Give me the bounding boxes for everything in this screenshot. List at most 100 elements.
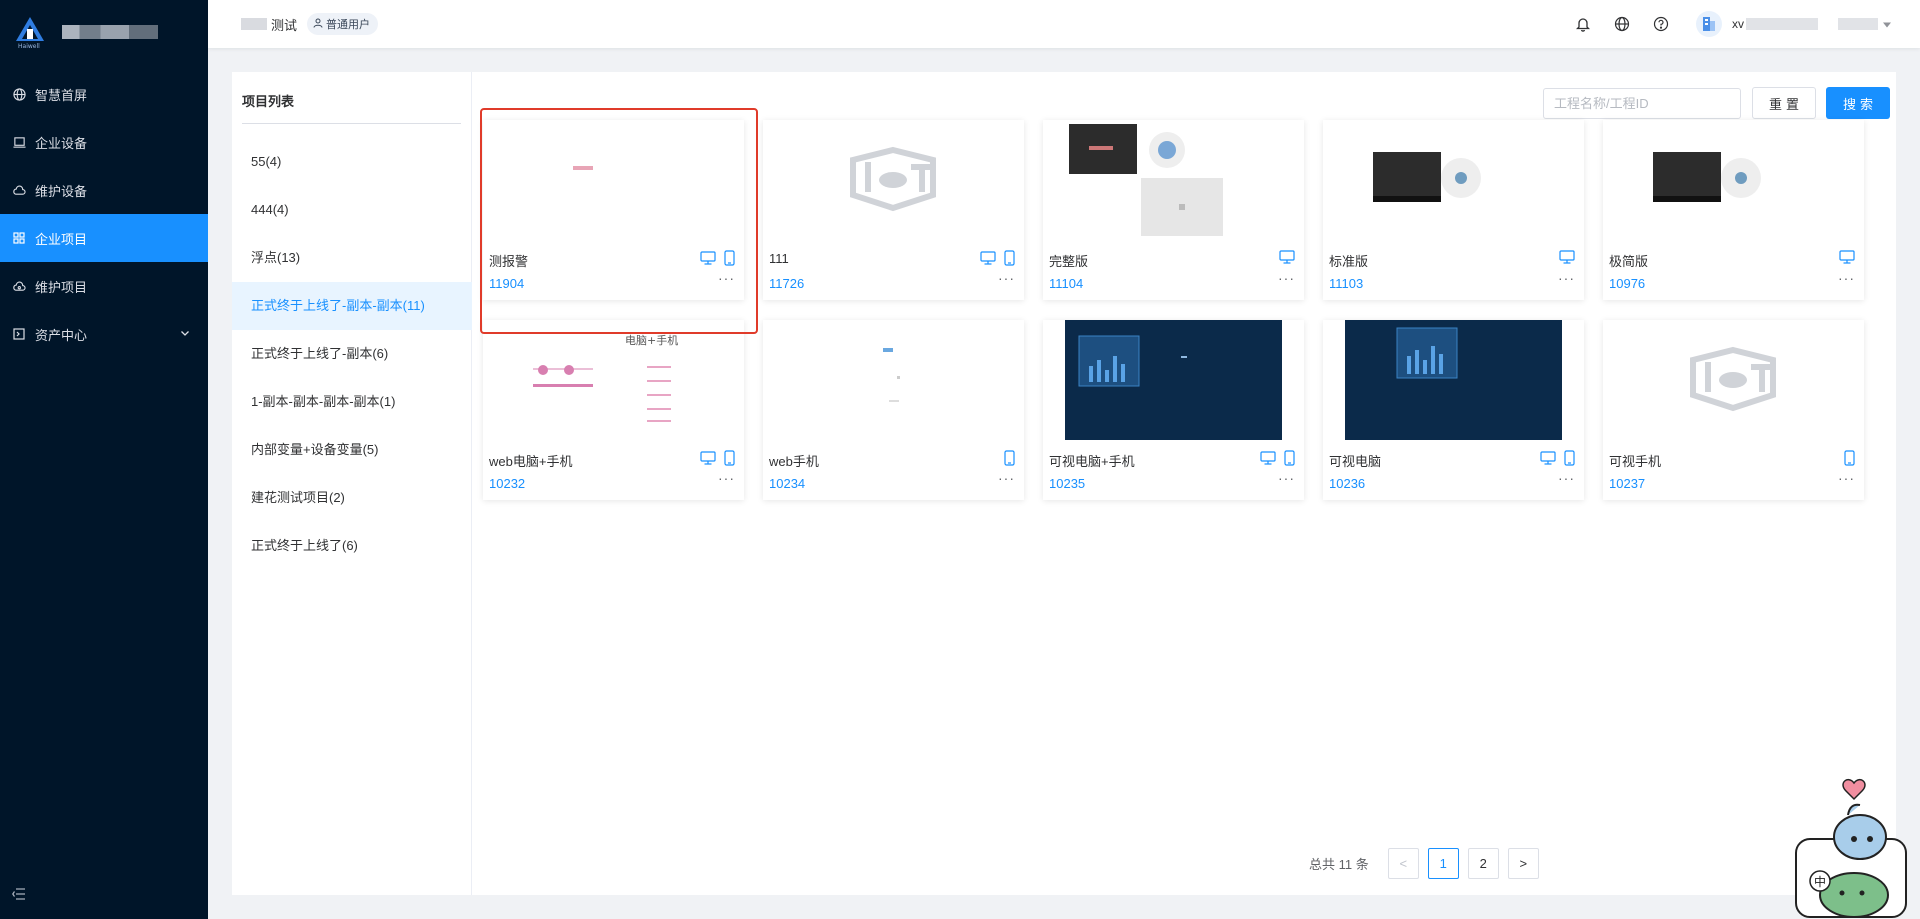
sidebar-item-enterprise-devices[interactable]: 企业设备 [0, 118, 208, 166]
box-icon [12, 327, 26, 341]
project-card[interactable]: IOT 可视手机 10237 ··· [1603, 320, 1864, 500]
project-card[interactable]: 可视电脑+手机 10235 ··· [1043, 320, 1304, 500]
project-list: 项目列表 55(4) 444(4) 浮点(13) 正式终于上线了-副本-副本(1… [232, 72, 472, 895]
monitor-icon[interactable] [700, 451, 716, 468]
project-card[interactable]: 完整版 11104 ··· [1043, 120, 1304, 300]
project-thumbnail[interactable] [483, 120, 744, 240]
project-card[interactable]: 可视电脑 10236 ··· [1323, 320, 1584, 500]
project-group-item[interactable]: 1-副本-副本-副本-副本(1) [232, 378, 472, 426]
more-options-icon[interactable]: ··· [998, 470, 1015, 486]
project-group-item-active[interactable]: 正式终于上线了-副本-副本(11) [232, 282, 472, 330]
project-group-item[interactable]: 建花测试项目(2) [232, 474, 472, 522]
project-group-item[interactable]: 55(4) [232, 138, 472, 186]
svg-text:电脑+手机: 电脑+手机 [625, 333, 678, 347]
help-icon[interactable] [1641, 16, 1680, 32]
more-options-icon[interactable]: ··· [718, 270, 735, 286]
project-thumbnail[interactable] [763, 320, 1024, 440]
project-id[interactable]: 10235 [1049, 476, 1085, 491]
more-options-icon[interactable]: ··· [1558, 470, 1575, 486]
sidebar-item-asset-center[interactable]: 资产中心 [0, 310, 208, 358]
project-card[interactable]: 标准版 11103 ··· [1323, 120, 1584, 300]
search-bar: 重置 搜索 [1543, 87, 1890, 119]
project-card[interactable]: 极简版 10976 ··· [1603, 120, 1864, 300]
project-id[interactable]: 10237 [1609, 476, 1645, 491]
monitor-icon[interactable] [1839, 250, 1855, 267]
monitor-icon[interactable] [980, 251, 996, 268]
reset-button[interactable]: 重置 [1752, 87, 1816, 119]
project-thumbnail[interactable]: IOT [763, 120, 1024, 240]
mobile-phone-icon[interactable] [1844, 450, 1855, 469]
pagination: 总共 11 条 < 1 2 > [1309, 848, 1539, 879]
sidebar-item-smart-home[interactable]: 智慧首屏 [0, 70, 208, 118]
project-thumbnail[interactable]: IOT [1603, 320, 1864, 440]
next-page-button[interactable]: > [1507, 848, 1539, 879]
more-options-icon[interactable]: ··· [1838, 470, 1855, 486]
mobile-phone-icon[interactable] [724, 250, 735, 269]
breadcrumb: 测试 普通用户 [208, 13, 379, 35]
project-id[interactable]: 10234 [769, 476, 805, 491]
mobile-phone-icon[interactable] [1004, 450, 1015, 469]
project-card[interactable]: web手机 10234 ··· [763, 320, 1024, 500]
project-name: 极简版 [1609, 254, 1649, 269]
more-options-icon[interactable]: ··· [1278, 270, 1295, 286]
logo[interactable]: Haiwell [0, 0, 208, 64]
more-options-icon[interactable]: ··· [1838, 270, 1855, 286]
globe-language-icon[interactable] [1602, 16, 1641, 32]
more-options-icon[interactable]: ··· [998, 270, 1015, 286]
more-options-icon[interactable]: ··· [718, 470, 735, 486]
project-thumbnail[interactable] [1603, 120, 1864, 240]
more-options-icon[interactable]: ··· [1558, 270, 1575, 286]
mobile-phone-icon[interactable] [724, 450, 735, 469]
monitor-icon[interactable] [1260, 451, 1276, 468]
pagination-total: 总共 11 条 [1309, 857, 1369, 872]
device-type-icons [1279, 250, 1295, 267]
monitor-icon[interactable] [1559, 250, 1575, 267]
search-input[interactable] [1543, 87, 1741, 119]
monitor-icon[interactable] [1540, 451, 1556, 468]
project-id[interactable]: 11904 [489, 276, 524, 291]
project-id[interactable]: 11103 [1329, 276, 1363, 291]
project-id[interactable]: 10236 [1329, 476, 1365, 491]
project-thumbnail[interactable] [1323, 120, 1584, 240]
prev-page-button[interactable]: < [1387, 848, 1419, 879]
project-thumbnail[interactable]: 电脑+手机 [483, 320, 744, 440]
project-id[interactable]: 11726 [769, 276, 804, 291]
sidebar-item-maintenance-projects[interactable]: 维护项目 [0, 262, 208, 310]
menu-collapse-icon[interactable] [12, 887, 26, 903]
svg-text:Haiwell: Haiwell [18, 43, 40, 49]
sidebar-item-label: 资产中心 [35, 327, 88, 343]
mobile-phone-icon[interactable] [1284, 450, 1295, 469]
page-button-1[interactable]: 1 [1427, 848, 1459, 879]
project-id[interactable]: 10976 [1609, 276, 1645, 291]
project-group-item[interactable]: 内部变量+设备变量(5) [232, 426, 472, 474]
user-name[interactable]: xv [1732, 17, 1744, 31]
project-thumbnail[interactable] [1043, 120, 1304, 240]
project-id[interactable]: 10232 [489, 476, 525, 491]
monitor-icon[interactable] [700, 251, 716, 268]
page-button-2[interactable]: 2 [1467, 848, 1499, 879]
mobile-phone-icon[interactable] [1004, 250, 1015, 269]
avatar[interactable] [1696, 11, 1722, 37]
project-card[interactable]: 电脑+手机 web电脑+手机 10232 ··· [483, 320, 744, 500]
bell-icon[interactable] [1563, 16, 1602, 32]
project-thumbnail[interactable] [1043, 320, 1304, 440]
caret-down-icon[interactable] [1882, 16, 1892, 32]
project-name: 完整版 [1049, 254, 1089, 269]
sidebar-item-enterprise-projects[interactable]: 企业项目 [0, 214, 208, 262]
redacted-org[interactable] [1838, 18, 1878, 30]
project-id[interactable]: 11104 [1049, 276, 1083, 291]
project-group-item[interactable]: 浮点(13) [232, 234, 472, 282]
mascot-sticker[interactable]: 中 [1790, 775, 1920, 919]
more-options-icon[interactable]: ··· [1278, 470, 1295, 486]
project-thumbnail[interactable] [1323, 320, 1584, 440]
project-group-item[interactable]: 正式终于上线了-副本(6) [232, 330, 472, 378]
project-card[interactable]: 测报警 11904 ··· [483, 120, 744, 300]
monitor-icon[interactable] [1279, 250, 1295, 267]
sidebar-item-maintenance-devices[interactable]: 维护设备 [0, 166, 208, 214]
mobile-phone-icon[interactable] [1564, 450, 1575, 469]
project-card[interactable]: IOT 111 11726 ··· [763, 120, 1024, 300]
search-button[interactable]: 搜索 [1826, 87, 1890, 119]
project-group-item[interactable]: 444(4) [232, 186, 472, 234]
project-group-item[interactable]: 正式终于上线了(6) [232, 522, 472, 570]
device-type-icons [1559, 250, 1575, 267]
